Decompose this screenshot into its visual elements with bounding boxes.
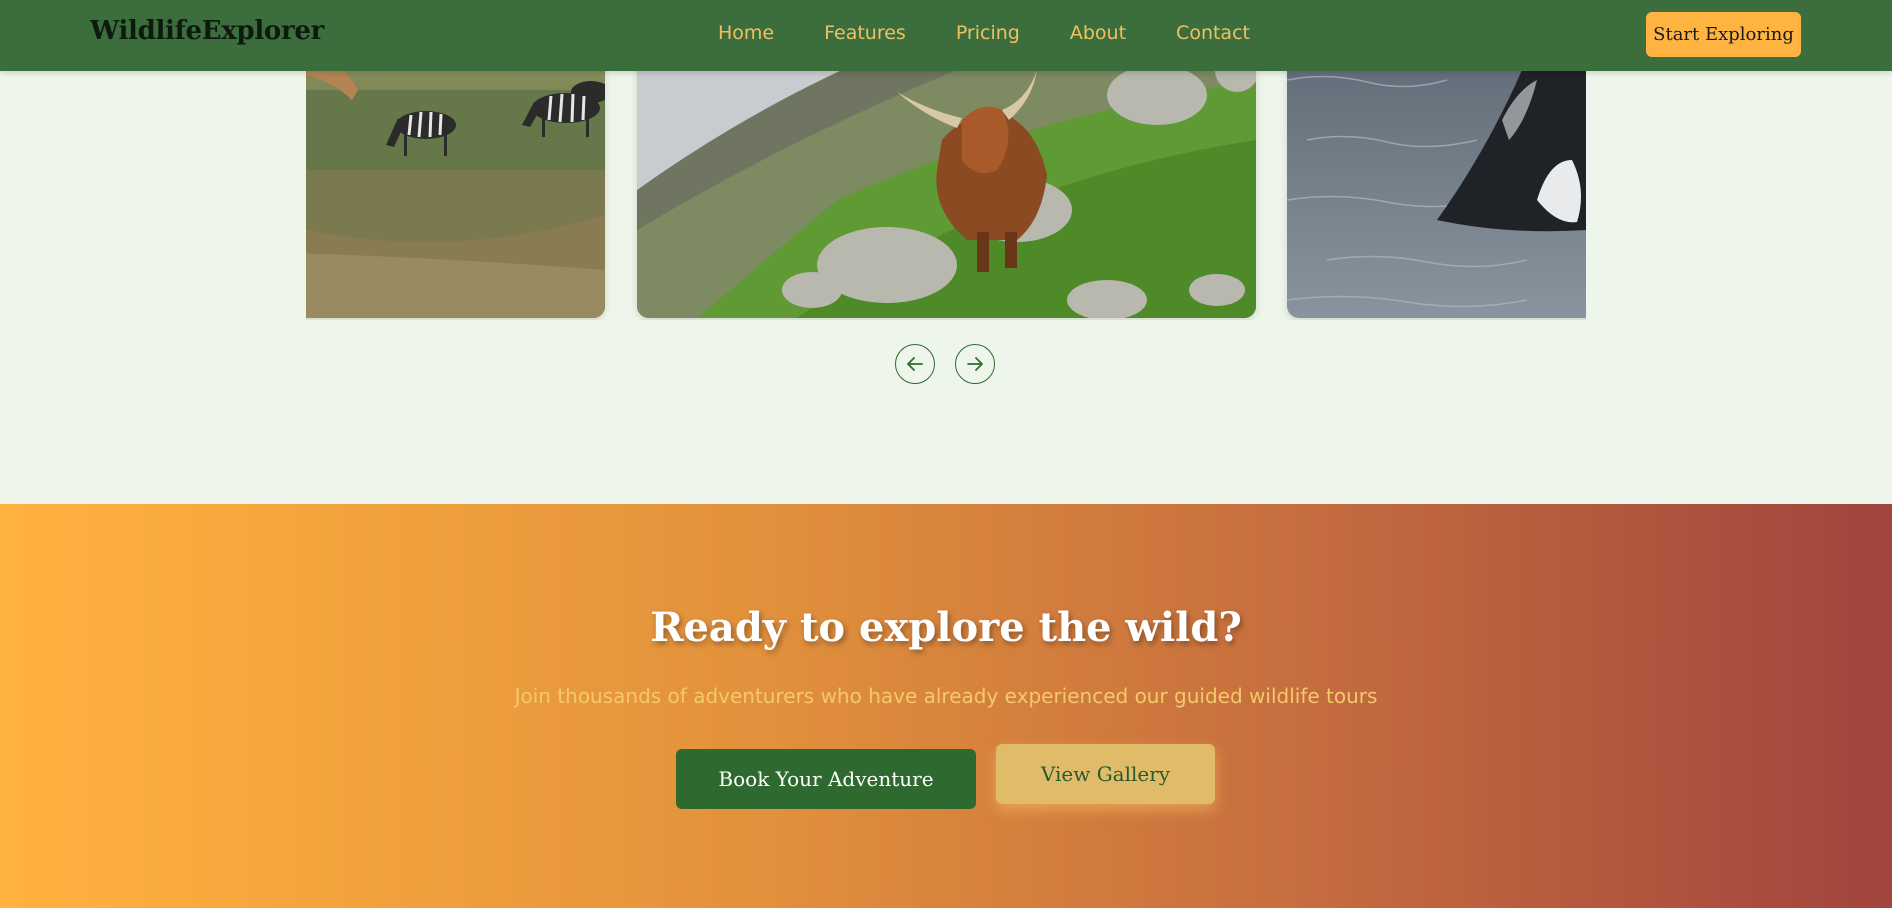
- book-adventure-button[interactable]: Book Your Adventure: [676, 749, 976, 809]
- view-gallery-button[interactable]: View Gallery: [996, 744, 1215, 804]
- nav-link-home[interactable]: Home: [718, 22, 774, 44]
- nav-link-pricing[interactable]: Pricing: [956, 22, 1020, 44]
- start-exploring-button[interactable]: Start Exploring: [1646, 12, 1801, 57]
- carousel-prev-button[interactable]: [895, 344, 935, 384]
- carousel-controls: [895, 344, 995, 384]
- arrow-right-icon: [967, 357, 983, 371]
- top-navbar: WildlifeExplorer Home Features Pricing A…: [0, 0, 1892, 71]
- cta-subtitle: Join thousands of adventurers who have a…: [514, 684, 1378, 708]
- nav-link-contact[interactable]: Contact: [1176, 22, 1250, 44]
- brand-logo[interactable]: WildlifeExplorer: [90, 16, 324, 46]
- nav-link-about[interactable]: About: [1070, 22, 1126, 44]
- nav-link-features[interactable]: Features: [824, 22, 906, 44]
- arrow-left-icon: [907, 357, 923, 371]
- nav-links: Home Features Pricing About Contact: [718, 22, 1300, 44]
- cta-title: Ready to explore the wild?: [650, 604, 1242, 651]
- cta-section: Ready to explore the wild? Join thousand…: [0, 504, 1892, 908]
- carousel-next-button[interactable]: [955, 344, 995, 384]
